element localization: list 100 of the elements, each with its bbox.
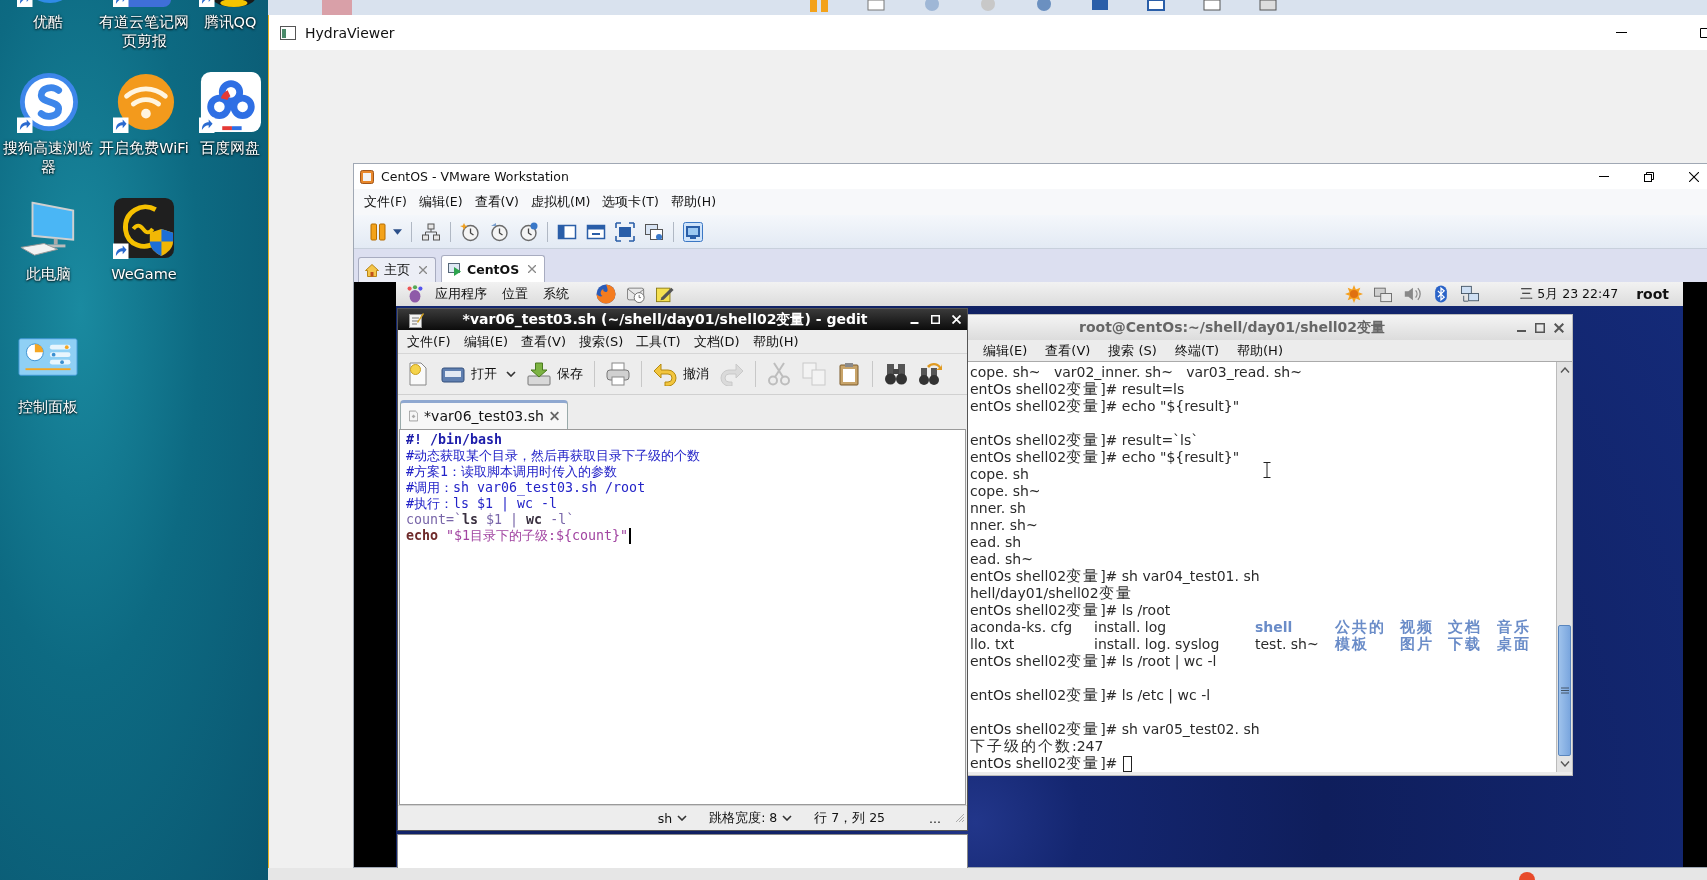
menu-item[interactable]: 文档(D) [693,332,740,351]
globe-icon[interactable] [596,284,616,304]
maximize-icon[interactable] [1700,27,1707,38]
tab[interactable]: *var06_test03.sh [400,400,568,429]
user-name[interactable]: root [1636,286,1669,302]
clock-text[interactable]: 三 5月 23 22:47 [1520,285,1619,303]
desktop-icon-label[interactable]: 开启免费WiFi [99,139,189,158]
desktop-icon-label[interactable]: 腾讯QQ [203,13,257,32]
network-icon[interactable] [1374,285,1393,303]
menu-item[interactable]: 查看(V) [1045,341,1091,360]
caret-icon[interactable] [393,228,402,235]
directory-name: 模板 [1335,636,1370,653]
resize-grip-icon[interactable] [955,813,965,823]
caret-icon [782,815,793,821]
desktop-icon-label[interactable]: 控制面板 [18,398,78,417]
menu-item[interactable]: 编辑(E) [463,332,508,351]
menu-item[interactable]: 文件(F) [364,193,407,211]
caret-icon[interactable] [506,371,516,377]
minimize-icon[interactable] [910,321,919,324]
sun-icon[interactable] [1345,285,1364,303]
terminal-line: entOs shell02变量]# ls /root [970,602,1171,619]
wifi-icon[interactable] [113,71,175,133]
window-title: HydraViewer [305,24,395,41]
save-button[interactable]: 保存 [527,362,583,386]
menu-item[interactable]: 帮助(H) [1237,341,1283,360]
caret-icon [677,815,688,821]
console-view-icon[interactable] [683,221,703,242]
network-icon[interactable] [421,221,441,242]
speaker-icon[interactable] [1403,285,1422,303]
terminal-line: ead. sh [970,534,1022,551]
cloud-logo-icon[interactable] [199,71,261,133]
menu-item[interactable]: 搜索 (S) [1108,341,1157,360]
editor-text-area[interactable]: #! /bin/bash #动态获取某个目录，然后再获取目录下子级的个数 #方案1：读取脚本调用时传入的参数 #调用：sh var06_test03.sh /root #执行：ls $1 | wc -l count=`ls $1 | wc -l` echo "$1目录下的子级:${count}" [399,429,966,805]
close-icon[interactable] [1689,171,1699,182]
mail-clock-icon[interactable] [627,285,645,303]
tab[interactable]: 主页 [358,257,436,282]
terminal-line: nner. sh [970,500,1026,517]
desktop-icon-label[interactable]: 搜狗高速浏览器 [2,139,94,177]
file-name: test. sh~ [1255,636,1320,653]
menu-item[interactable]: 查看(V) [521,332,567,351]
clock-icon[interactable] [518,221,538,242]
scrollbar[interactable] [1556,362,1572,772]
code-line: #调用：sh var06_test03.sh /root [406,480,646,496]
cropped-toolbar-icon [1202,0,1222,12]
desktop-icon-label[interactable]: 此电脑 [25,265,71,284]
control-panel-icon[interactable] [18,338,78,376]
menu-item[interactable]: 终端(T) [1174,341,1220,360]
binoculars-icon[interactable] [884,362,908,386]
scroll-down-icon[interactable] [1559,761,1570,767]
scrollbar-thumb[interactable] [1558,625,1571,756]
maximize-icon[interactable] [1535,322,1545,333]
menu-item[interactable]: 编辑(E) [983,341,1028,360]
cropped-toolbar-icon [978,0,998,12]
menu-item[interactable]: 位置 [502,285,528,303]
menu-item[interactable]: 选项卡(T) [602,193,659,211]
code-line: #动态获取某个目录，然后再获取目录下子级的个数 [406,448,700,464]
menu-item[interactable]: 工具(T) [636,332,681,351]
menu-item[interactable]: 虚拟机(M) [530,193,591,211]
undo-button[interactable]: 撤消 [653,362,709,386]
clock-icon[interactable] [460,221,480,242]
scroll-up-icon[interactable] [1559,367,1570,373]
undo-icon [653,362,677,386]
clock-icon[interactable] [489,221,509,242]
printer-icon[interactable] [606,362,630,386]
directory-name: 音乐 [1497,619,1532,636]
menu-item[interactable]: 文件(F) [407,332,451,351]
computers-icon[interactable] [1461,285,1480,303]
notepad-icon[interactable] [656,285,674,303]
clipboard-icon[interactable] [837,362,861,386]
foot-icon[interactable] [406,285,424,303]
desktop-icon-label[interactable]: WeGame [111,265,177,284]
tab-width-dropdown[interactable]: 跳格宽度: 8 [709,809,793,827]
terminal-line: entOs shell02变量]# echo "${result}" [970,449,1240,466]
desktop-icon-label[interactable]: 百度网盘 [200,139,260,158]
menu-item[interactable]: 应用程序 [435,285,487,303]
s-logo-icon[interactable] [17,71,79,133]
game-logo-icon[interactable] [113,197,175,259]
open-button[interactable]: 打开 [441,362,497,386]
tab[interactable]: CentOS [441,255,546,282]
menu-item[interactable]: 搜索(S) [579,332,624,351]
close-icon[interactable] [1554,322,1564,333]
file-name: llo. txt [970,636,1016,653]
menu-item[interactable]: 系统 [543,285,569,303]
menu-item[interactable]: 帮助(H) [752,332,799,351]
desktop-icon-label[interactable]: 有道云笔记网页剪报 [98,13,190,51]
find-replace-icon[interactable] [919,362,943,386]
window-stack-icon[interactable] [644,221,664,242]
pause-icon[interactable] [368,221,388,242]
menu-item[interactable]: 帮助(H) [670,193,716,211]
language-dropdown[interactable]: sh [657,810,688,826]
menu-item[interactable]: 查看(V) [474,193,519,211]
restore-icon[interactable] [1644,171,1654,182]
status-ellipsis: ... [929,810,941,826]
fullscreen-icon[interactable] [615,221,635,242]
desktop-icon-label[interactable]: 优酷 [33,13,63,32]
pause-icon [808,0,830,12]
notepad-icon [408,311,424,328]
window-title: *var06_test03.sh (~/shell/day01/shell02变量) - gedit [461,310,869,329]
menu-item[interactable]: 编辑(E) [418,193,463,211]
document-icon [409,409,419,423]
